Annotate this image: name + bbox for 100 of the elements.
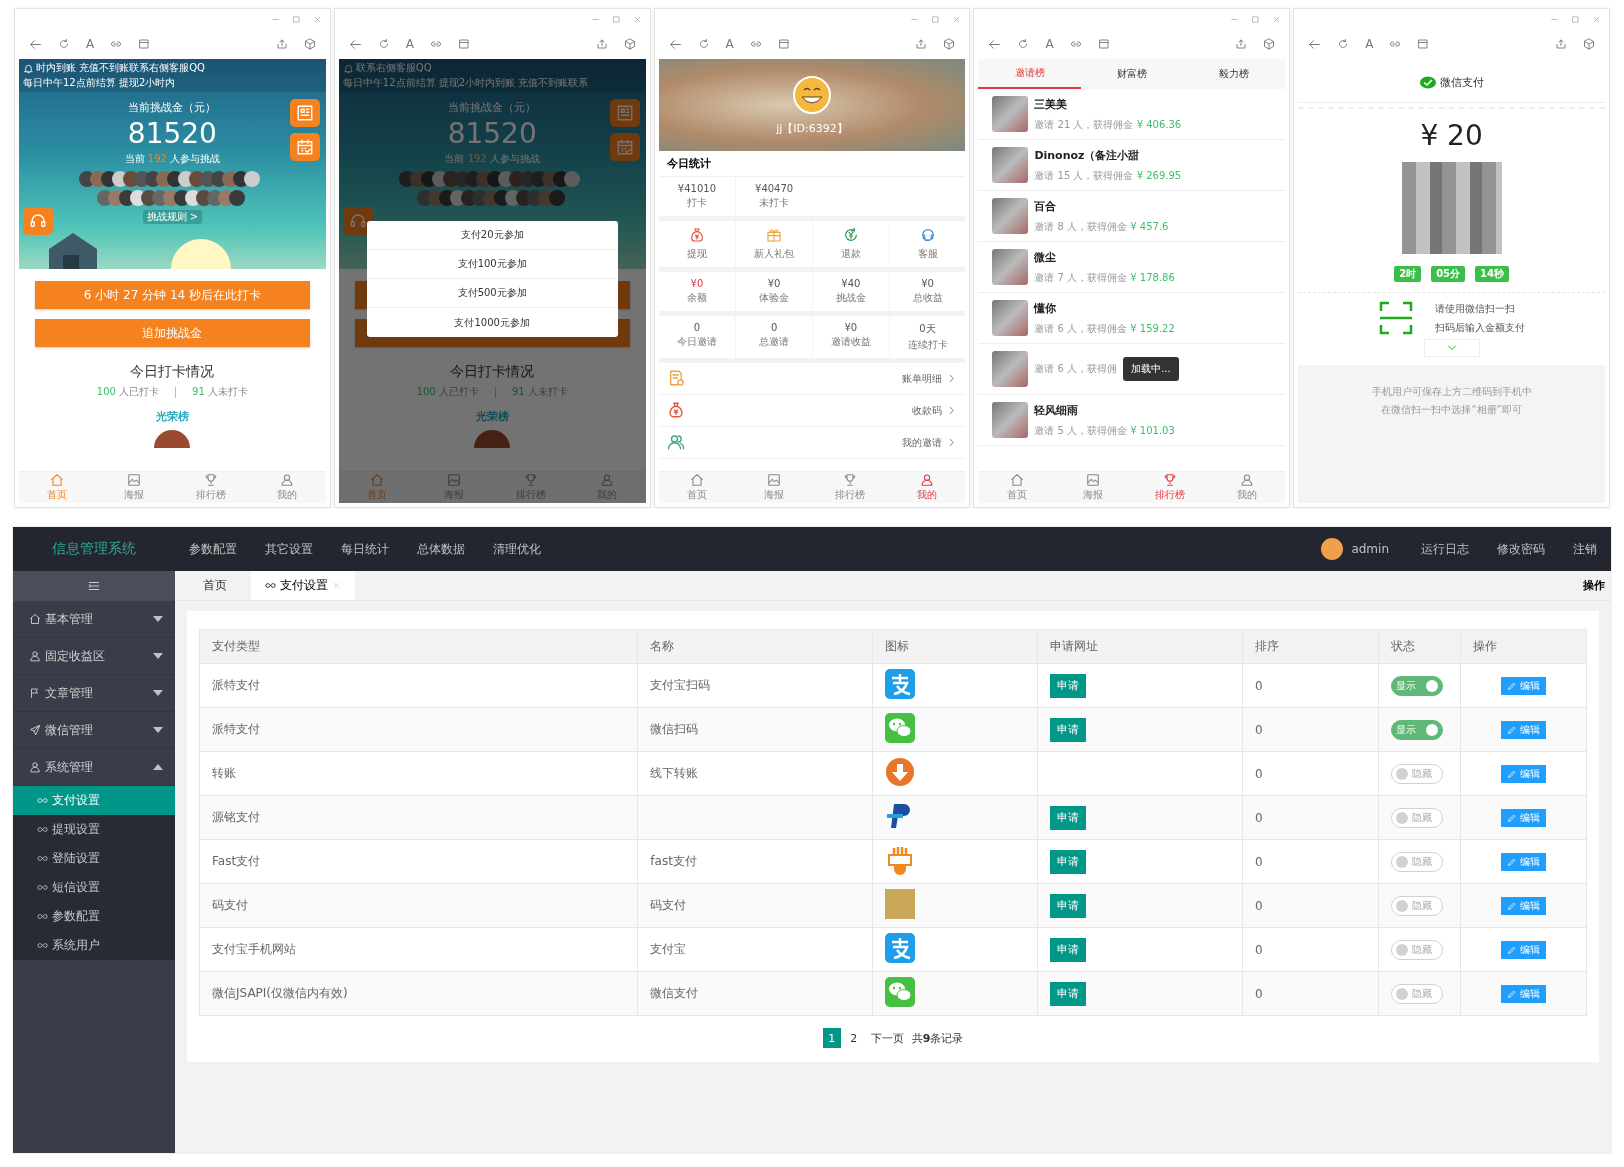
- page-tab[interactable]: 支付设置: [251, 571, 355, 600]
- cube-icon[interactable]: [1263, 38, 1276, 50]
- nav-link[interactable]: 参数配置: [175, 540, 251, 558]
- sidebar-item[interactable]: 登陆设置: [13, 844, 175, 873]
- cube-icon[interactable]: [943, 38, 956, 50]
- support-button[interactable]: [342, 207, 373, 235]
- back-icon[interactable]: [668, 37, 682, 51]
- edit-button[interactable]: 编辑: [1500, 808, 1546, 827]
- cube-icon[interactable]: [303, 38, 316, 50]
- toggle-switch[interactable]: 隐藏: [1390, 763, 1443, 784]
- maximize-icon[interactable]: [1571, 14, 1580, 24]
- back-icon[interactable]: [348, 37, 362, 51]
- nav-tab[interactable]: 海报: [95, 472, 173, 503]
- link-icon[interactable]: [749, 38, 762, 50]
- apply-button[interactable]: 申请: [1049, 893, 1086, 918]
- close-icon[interactable]: [312, 14, 322, 24]
- nav-link[interactable]: 注销: [1559, 540, 1611, 558]
- maximize-icon[interactable]: [1251, 14, 1261, 24]
- nav-tab[interactable]: 海报: [735, 472, 812, 503]
- link-icon[interactable]: [1069, 38, 1082, 50]
- refresh-icon[interactable]: [377, 38, 390, 50]
- nav-tab[interactable]: 排行榜: [812, 472, 889, 503]
- window-icon[interactable]: [458, 38, 470, 50]
- edit-button[interactable]: 编辑: [1500, 676, 1546, 695]
- font-size-button[interactable]: A: [1365, 37, 1374, 51]
- refresh-icon[interactable]: [58, 38, 70, 50]
- share-icon[interactable]: [275, 38, 288, 50]
- calendar-button[interactable]: [289, 133, 320, 161]
- nav-link[interactable]: 运行日志: [1407, 540, 1483, 558]
- edit-button[interactable]: 编辑: [1500, 984, 1546, 1003]
- dialog-option[interactable]: 支付20元参加: [366, 221, 618, 250]
- apply-button[interactable]: 申请: [1049, 981, 1086, 1006]
- apply-button[interactable]: 申请: [1049, 717, 1086, 742]
- toggle-switch[interactable]: 显示: [1390, 675, 1443, 696]
- close-icon[interactable]: [1592, 14, 1601, 24]
- action-item[interactable]: 客服: [888, 221, 966, 267]
- calendar-button[interactable]: [609, 133, 640, 161]
- menu-row[interactable]: 我的邀请: [658, 427, 966, 459]
- poster-button[interactable]: [289, 99, 320, 127]
- action-item[interactable]: 退款: [811, 221, 889, 267]
- link-icon[interactable]: [110, 38, 123, 50]
- nav-link[interactable]: 清理优化: [479, 540, 555, 558]
- menu-toggle[interactable]: [13, 571, 175, 601]
- font-size-button[interactable]: A: [86, 37, 95, 51]
- edit-button[interactable]: 编辑: [1500, 852, 1546, 871]
- window-icon[interactable]: [1097, 38, 1110, 50]
- toggle-switch[interactable]: 隐藏: [1390, 807, 1443, 828]
- nav-tab[interactable]: 排行榜: [1131, 472, 1209, 503]
- page-button[interactable]: 2: [844, 1028, 863, 1048]
- window-icon[interactable]: [777, 38, 790, 50]
- nav-tab[interactable]: 排行榜: [172, 472, 250, 503]
- toggle-switch[interactable]: 隐藏: [1390, 895, 1443, 916]
- nav-tab[interactable]: 我的: [888, 472, 966, 503]
- page-tab[interactable]: 首页: [179, 571, 251, 600]
- share-icon[interactable]: [595, 38, 608, 50]
- nav-link[interactable]: 修改密码: [1483, 540, 1559, 558]
- edit-button[interactable]: 编辑: [1500, 940, 1546, 959]
- link-icon[interactable]: [430, 38, 442, 50]
- font-size-button[interactable]: A: [1045, 37, 1054, 51]
- close-icon[interactable]: [952, 14, 962, 24]
- toggle-switch[interactable]: 隐藏: [1390, 851, 1443, 872]
- actions-menu[interactable]: 操作: [1583, 578, 1611, 593]
- menu-row[interactable]: 账单明细: [658, 363, 966, 395]
- share-icon[interactable]: [1555, 38, 1567, 50]
- rules-link[interactable]: 挑战规则 >: [142, 210, 203, 224]
- toggle-switch[interactable]: 隐藏: [1390, 939, 1443, 960]
- refresh-icon[interactable]: [697, 38, 710, 50]
- apply-button[interactable]: 申请: [1049, 937, 1086, 962]
- cube-icon[interactable]: [1583, 38, 1595, 50]
- board-tab[interactable]: 财富榜: [1080, 59, 1183, 89]
- nav-link[interactable]: 其它设置: [251, 540, 327, 558]
- edit-button[interactable]: 编辑: [1500, 896, 1546, 915]
- sidebar-item[interactable]: 支付设置: [13, 786, 175, 815]
- close-icon[interactable]: [632, 14, 642, 24]
- toggle-switch[interactable]: 显示: [1390, 719, 1443, 740]
- back-icon[interactable]: [988, 37, 1002, 51]
- board-tab[interactable]: 毅力榜: [1182, 59, 1286, 89]
- back-icon[interactable]: [1308, 37, 1322, 51]
- action-button[interactable]: 追加挑战金: [35, 319, 310, 347]
- page-button[interactable]: 1: [822, 1028, 841, 1048]
- sidebar-item[interactable]: 提现设置: [13, 815, 175, 844]
- share-icon[interactable]: [915, 38, 928, 50]
- link-icon[interactable]: [1389, 38, 1402, 50]
- nav-tab[interactable]: 首页: [978, 472, 1056, 503]
- apply-button[interactable]: 申请: [1049, 849, 1086, 874]
- next-page-link[interactable]: 下一页: [866, 1028, 908, 1048]
- window-icon[interactable]: [1417, 38, 1430, 50]
- action-item[interactable]: 提现: [658, 221, 736, 267]
- font-size-button[interactable]: A: [725, 37, 734, 51]
- nav-tab[interactable]: 首页: [658, 472, 736, 503]
- refresh-icon[interactable]: [1337, 38, 1350, 50]
- cube-icon[interactable]: [623, 38, 636, 50]
- sidebar-item[interactable]: 短信设置: [13, 873, 175, 902]
- sidebar-item[interactable]: 参数配置: [13, 902, 175, 931]
- window-icon[interactable]: [138, 38, 151, 50]
- nav-link[interactable]: 总体数据: [403, 540, 479, 558]
- maximize-icon[interactable]: [931, 14, 941, 24]
- dialog-option[interactable]: 支付1000元参加: [366, 308, 618, 337]
- board-tab[interactable]: 邀请榜: [978, 59, 1081, 89]
- nav-tab[interactable]: 首页: [19, 472, 96, 503]
